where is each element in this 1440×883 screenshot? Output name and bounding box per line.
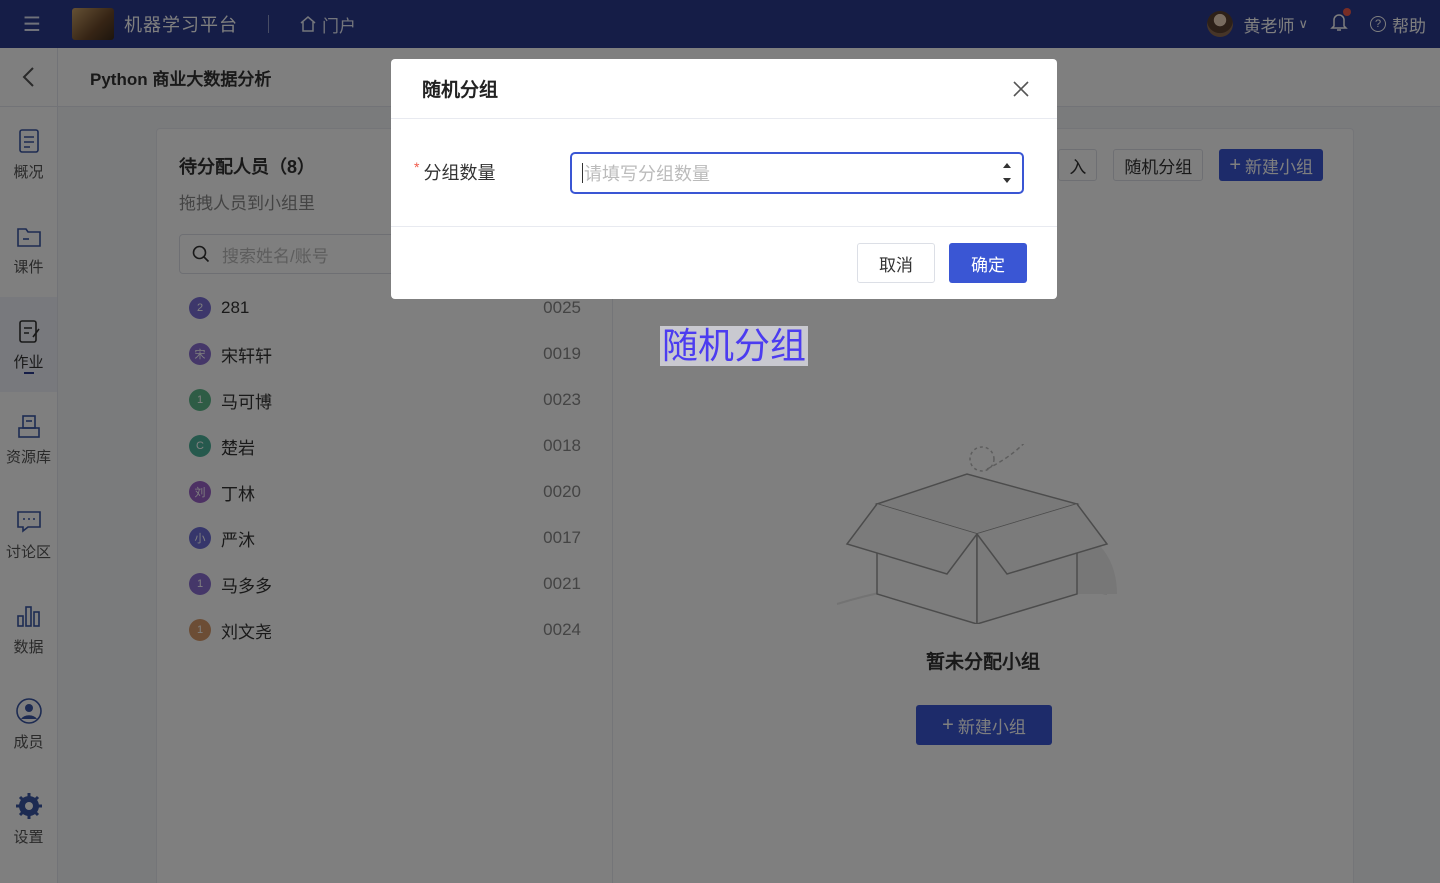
highlight-label: 随机分组 (660, 325, 809, 366)
stepper-down-icon[interactable] (1002, 177, 1012, 184)
required-mark: * (414, 159, 420, 175)
cancel-button[interactable]: 取消 (857, 243, 935, 283)
group-count-input[interactable]: 请填写分组数量 (570, 152, 1024, 194)
random-group-dialog: 随机分组 * 分组数量 请填写分组数量 取消 确定 (391, 59, 1057, 299)
dialog-footer: 取消 确定 (391, 227, 1057, 299)
text-cursor (582, 163, 583, 183)
close-icon[interactable] (1011, 79, 1031, 99)
group-count-label-text: 分组数量 (423, 163, 496, 183)
group-count-placeholder: 请填写分组数量 (584, 164, 710, 184)
number-stepper[interactable] (1000, 162, 1014, 184)
confirm-button[interactable]: 确定 (949, 243, 1027, 283)
group-count-label: * 分组数量 (414, 159, 495, 185)
dialog-body: * 分组数量 请填写分组数量 (391, 119, 1057, 227)
dialog-header: 随机分组 (391, 59, 1057, 119)
dialog-title: 随机分组 (422, 80, 499, 101)
stepper-up-icon[interactable] (1002, 162, 1012, 169)
